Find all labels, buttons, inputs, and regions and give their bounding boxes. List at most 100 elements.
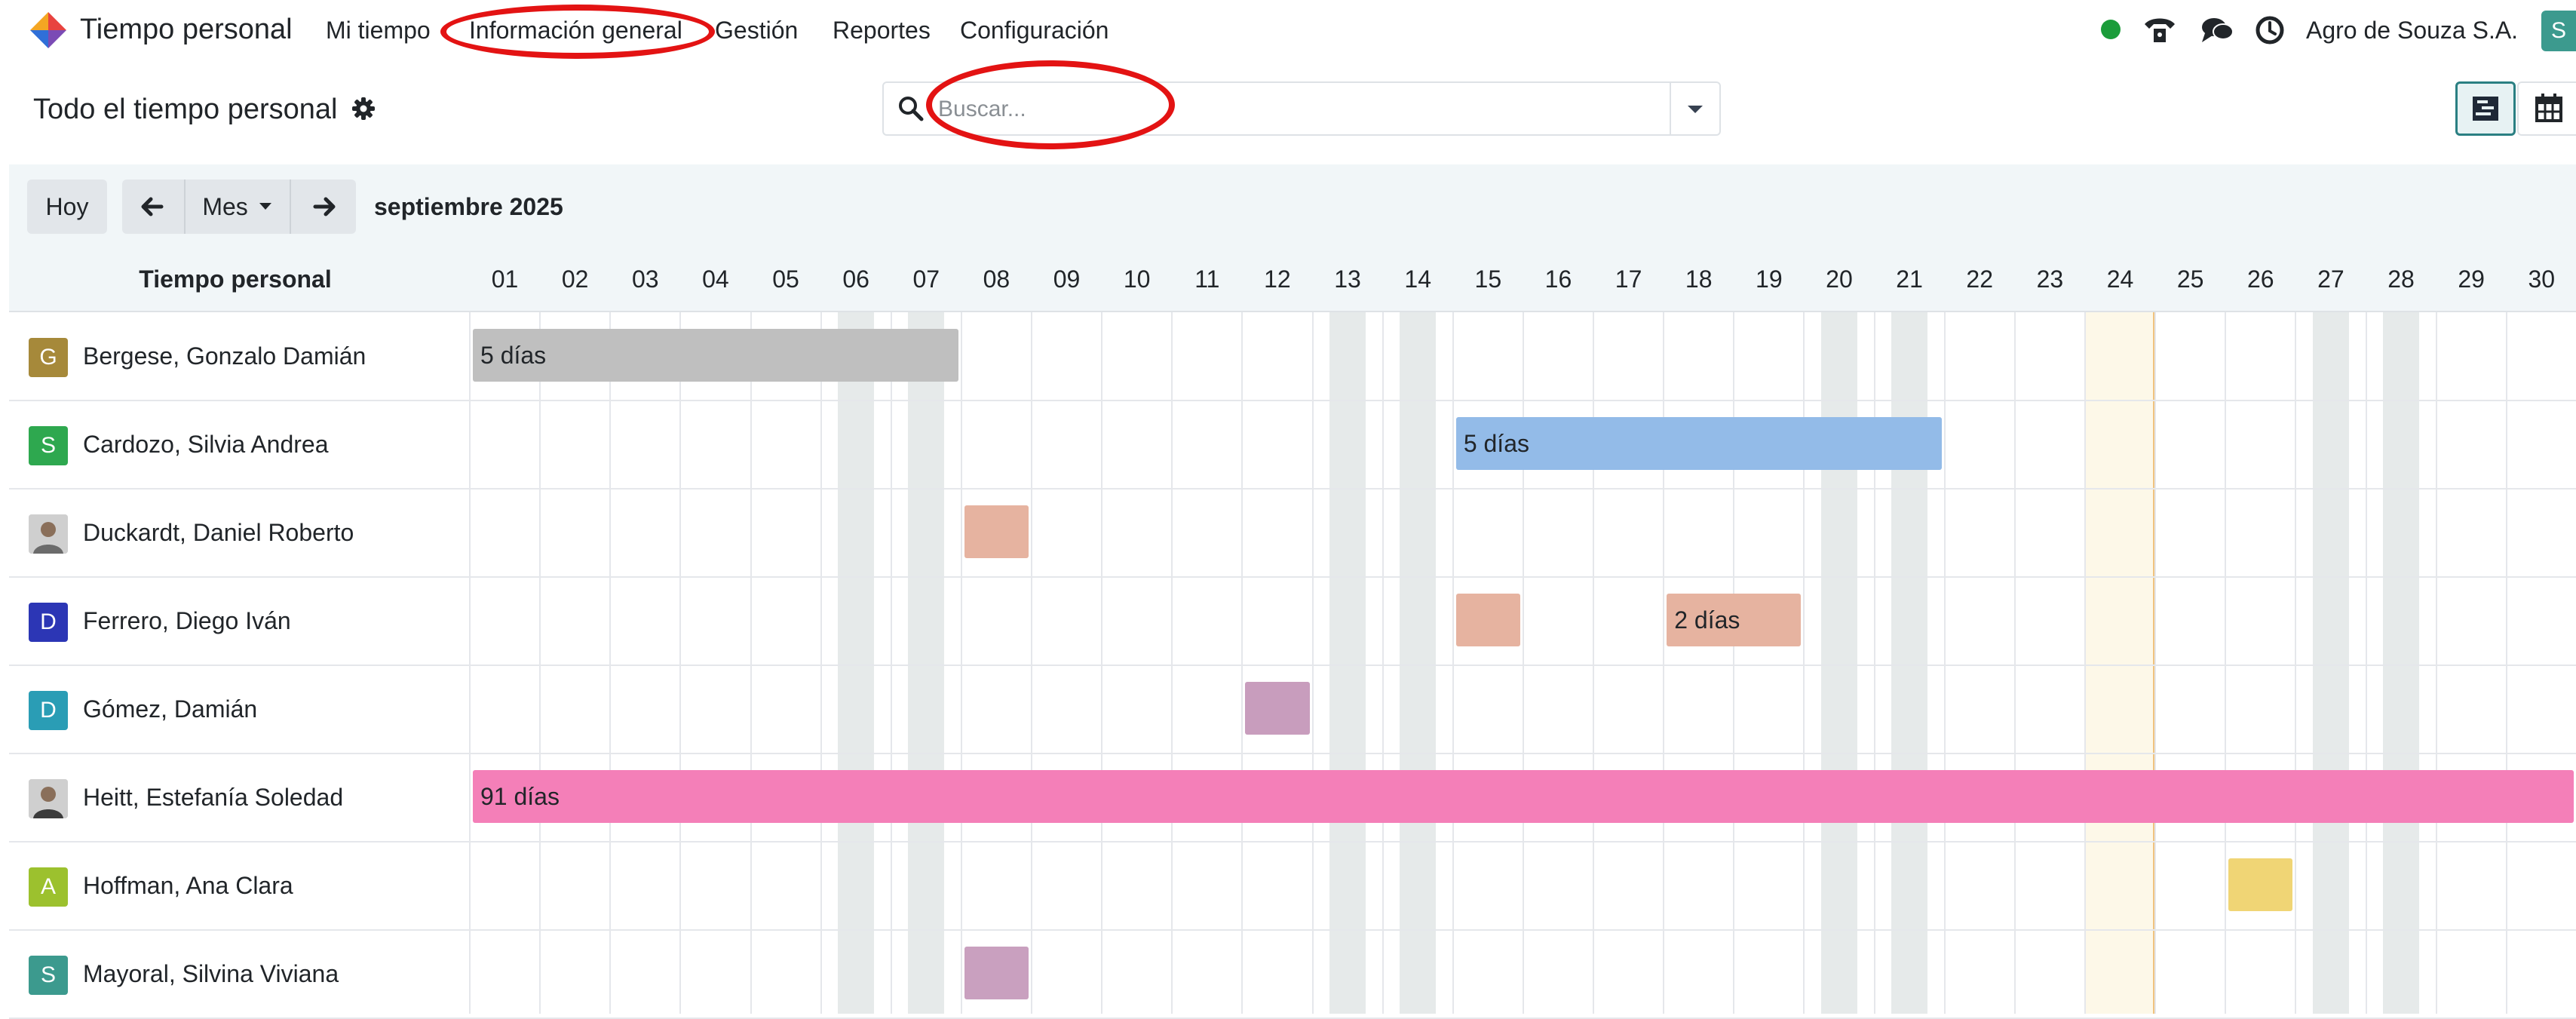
period-label: septiembre 2025: [374, 193, 563, 221]
weekend-column: [838, 312, 874, 1014]
day-label: 08: [961, 265, 1032, 293]
employee-row-header[interactable]: Duckardt, Daniel Roberto: [9, 489, 468, 577]
grid-line: [2154, 312, 2156, 1014]
leave-pill[interactable]: [2228, 858, 2292, 911]
day-label: 21: [1875, 265, 1945, 293]
gear-icon[interactable]: [351, 97, 376, 121]
arrow-left-icon: [122, 180, 184, 234]
previous-period-button[interactable]: [122, 180, 186, 234]
grid-line: [891, 312, 892, 1014]
employee-row-header[interactable]: Heitt, Estefanía Soledad: [9, 754, 468, 842]
weekend-column: [1400, 312, 1436, 1014]
day-label: 23: [2015, 265, 2085, 293]
search-options-toggle[interactable]: [1670, 83, 1719, 134]
grid-line: [2084, 312, 2086, 1014]
day-label: 16: [1523, 265, 1593, 293]
employee-name: Duckardt, Daniel Roberto: [83, 519, 354, 547]
day-label: 11: [1172, 265, 1242, 293]
leave-pill[interactable]: [1245, 682, 1309, 735]
gantt-view-button[interactable]: [2455, 81, 2516, 136]
chat-icon[interactable]: [2200, 15, 2234, 45]
day-label: 17: [1593, 265, 1664, 293]
gantt-grid: GBergese, Gonzalo DamiánSCardozo, Silvia…: [9, 312, 2576, 1014]
gantt-header: Tiempo personal 010203040506070809101112…: [9, 247, 2576, 312]
menu-informacion-general[interactable]: Información general: [469, 17, 682, 45]
day-label: 29: [2436, 265, 2507, 293]
employee-row-header[interactable]: GBergese, Gonzalo Damián: [9, 312, 468, 401]
today-button[interactable]: Hoy: [27, 180, 107, 234]
day-label: 04: [680, 265, 750, 293]
day-label: 12: [1242, 265, 1312, 293]
leave-pill[interactable]: [964, 505, 1029, 558]
employee-row-header[interactable]: D Ferrero, Diego Iván: [9, 577, 468, 665]
grid-line: [2436, 312, 2437, 1014]
scale-dropdown[interactable]: Mes: [186, 180, 288, 234]
activity-clock-icon[interactable]: [2255, 15, 2285, 45]
employee-avatar: D: [29, 603, 68, 642]
arrow-right-icon: [291, 180, 357, 234]
calendar-view-button[interactable]: [2517, 81, 2576, 136]
employee-row-header[interactable]: AHoffman, Ana Clara: [9, 842, 468, 930]
day-label: 22: [1945, 265, 2015, 293]
menu-gestion[interactable]: Gestión: [715, 17, 798, 45]
leave-pill[interactable]: [964, 947, 1029, 999]
next-period-button[interactable]: [290, 180, 357, 234]
gantt-toolbar: Hoy Mes septiembre 2025: [9, 164, 2576, 247]
employee-row-header[interactable]: DGómez, Damián: [9, 665, 468, 754]
menu-mi-tiempo[interactable]: Mi tiempo: [326, 17, 431, 45]
menu-configuracion[interactable]: Configuración: [960, 17, 1109, 45]
day-label: 05: [751, 265, 821, 293]
day-label: 20: [1804, 265, 1874, 293]
employee-name: Ferrero, Diego Iván: [83, 607, 291, 635]
employee-avatar: S: [29, 956, 68, 995]
grid-line: [679, 312, 681, 1014]
phone-icon[interactable]: [2143, 15, 2176, 45]
grid-line: [469, 312, 471, 1014]
day-label: 09: [1032, 265, 1102, 293]
company-switcher[interactable]: Agro de Souza S.A.: [2306, 17, 2518, 45]
weekend-column: [1329, 312, 1366, 1014]
day-label: 02: [540, 265, 610, 293]
app-name[interactable]: Tiempo personal: [80, 14, 293, 46]
employee-name: Mayoral, Silvina Viviana: [83, 960, 339, 988]
search-icon: [897, 95, 925, 122]
grid-line: [1031, 312, 1032, 1014]
employee-avatar: D: [29, 691, 68, 730]
grid-line: [1101, 312, 1102, 1014]
employee-name: Heitt, Estefanía Soledad: [83, 784, 343, 812]
day-label: 18: [1664, 265, 1734, 293]
leave-pill[interactable]: 5 días: [1456, 417, 1942, 470]
navigation-group: Mes: [122, 180, 356, 234]
leave-pill[interactable]: 91 días: [473, 770, 2574, 823]
employee-name: Hoffman, Ana Clara: [83, 872, 293, 900]
grid-line: [2014, 312, 2016, 1014]
caret-down-icon: [259, 203, 271, 210]
day-label: 26: [2225, 265, 2295, 293]
grid-line: [1452, 312, 1454, 1014]
gantt-header-title: Tiempo personal: [9, 265, 462, 293]
leave-pill[interactable]: 2 días: [1667, 594, 1801, 646]
menu-reportes[interactable]: Reportes: [833, 17, 931, 45]
grid-line: [1241, 312, 1243, 1014]
employee-row-header[interactable]: S Mayoral, Silvina Viviana: [9, 930, 468, 1018]
grid-line: [2225, 312, 2226, 1014]
day-label: 27: [2295, 265, 2366, 293]
search-input[interactable]: [937, 89, 1648, 130]
day-label: 28: [2366, 265, 2436, 293]
app-logo-icon[interactable]: [26, 8, 69, 51]
gantt-view-icon: [2458, 84, 2513, 134]
day-label: 19: [1734, 265, 1804, 293]
grid-line: [1312, 312, 1314, 1014]
employee-row-header[interactable]: SCardozo, Silvia Andrea: [9, 401, 468, 489]
gantt-view: Hoy Mes septiembre 2025 Tiempo personal …: [9, 164, 2576, 1014]
weekend-column: [2313, 312, 2349, 1014]
leave-pill[interactable]: 5 días: [473, 329, 958, 382]
scale-label: Mes: [202, 193, 247, 220]
grid-line: [820, 312, 822, 1014]
user-avatar[interactable]: S: [2541, 11, 2576, 51]
grid-line: [1944, 312, 1946, 1014]
day-label: 10: [1102, 265, 1172, 293]
employee-name: Bergese, Gonzalo Damián: [83, 342, 366, 370]
grid-line: [609, 312, 611, 1014]
leave-pill[interactable]: [1456, 594, 1520, 646]
